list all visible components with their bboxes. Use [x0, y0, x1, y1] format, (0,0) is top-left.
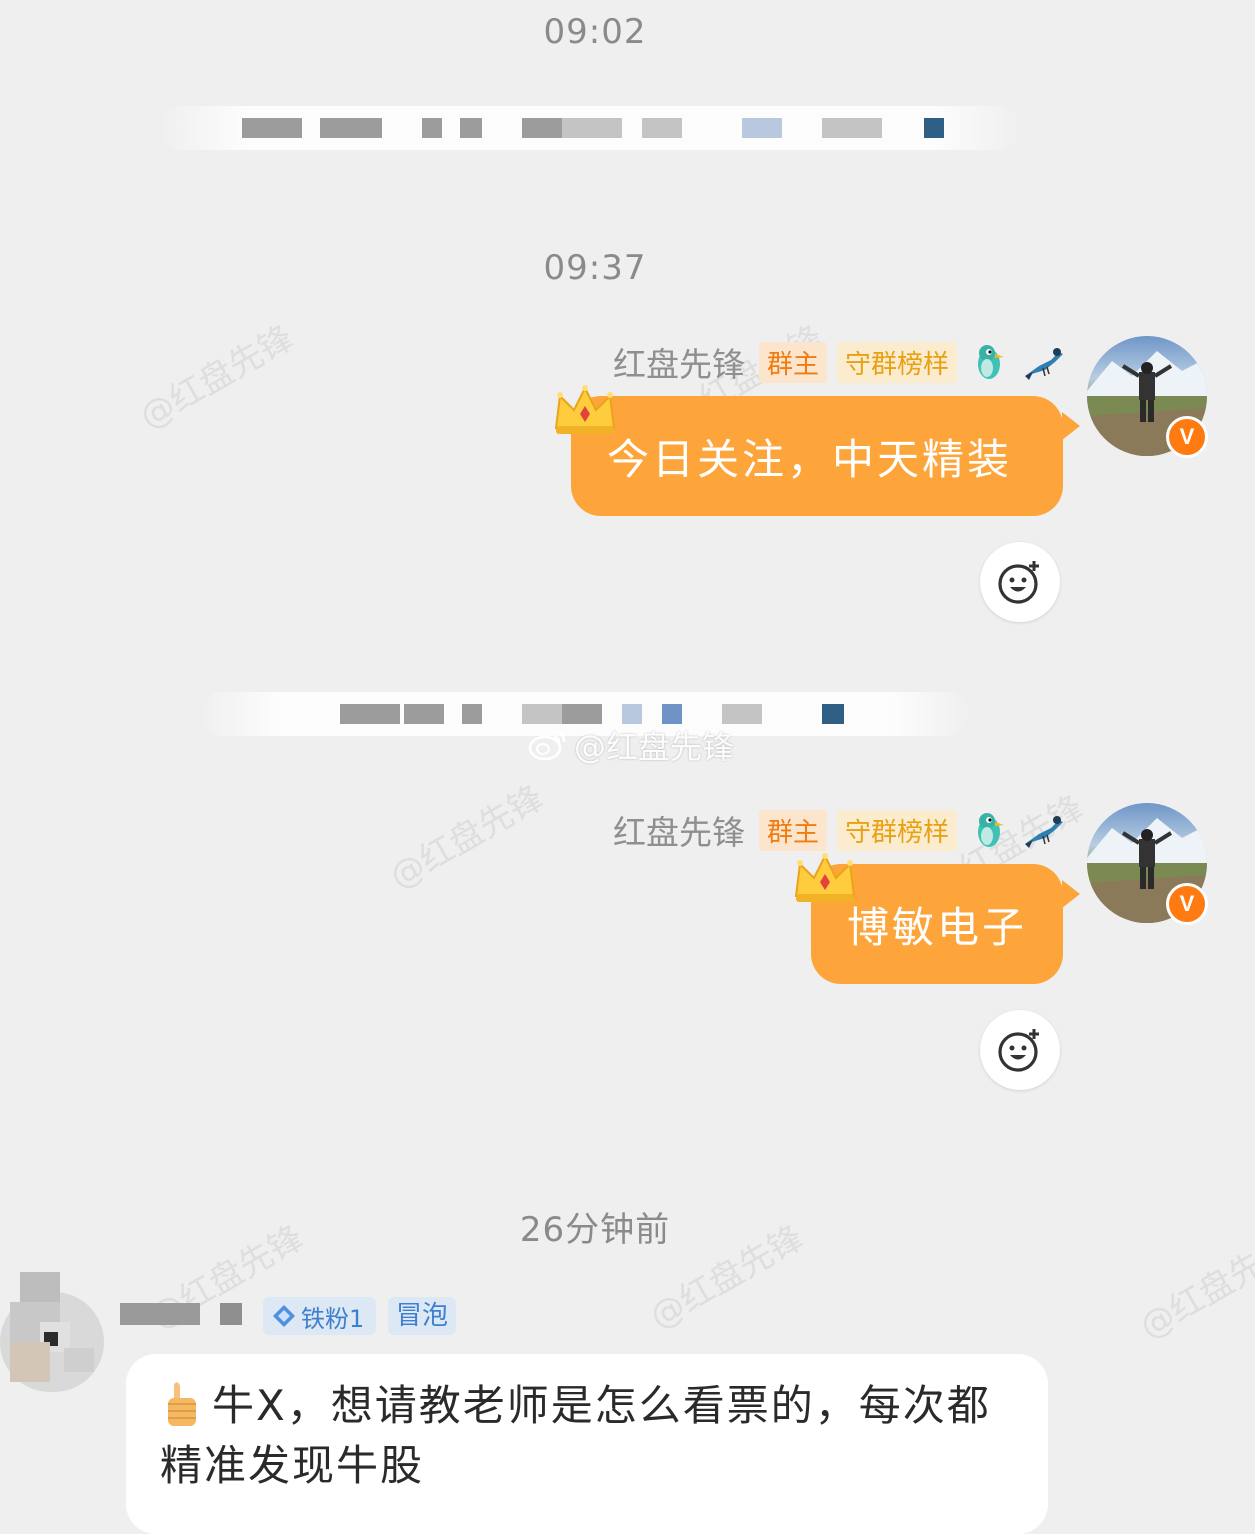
timestamp: 26分钟前	[519, 1210, 671, 1250]
bubble-badge: 冒泡	[388, 1297, 457, 1335]
weibo-watermark: @红盘先锋	[528, 722, 734, 768]
weibo-watermark-text: @红盘先锋	[574, 728, 735, 766]
avatar[interactable]	[0, 1272, 104, 1412]
diamond-icon	[273, 1305, 295, 1327]
sender-line: 红盘先锋 群主 守群榜样	[613, 808, 1065, 852]
message-bubble[interactable]: 牛X，想请教老师是怎么看票的，每次都精准发现牛股	[126, 1354, 1048, 1534]
fan-badge-label: 铁粉1	[301, 1304, 365, 1333]
sender-name-blurred	[120, 1303, 200, 1325]
fan-level-badge: 铁粉1	[263, 1297, 377, 1335]
watermark: @红盘先锋	[133, 317, 301, 438]
message-text: 今日关注，中天精装	[607, 434, 1013, 484]
timestamp: 09:37	[543, 248, 647, 288]
magpie-icon	[1025, 816, 1063, 848]
sender-name[interactable]: 红盘先锋	[613, 806, 745, 854]
owner-badge: 群主	[758, 341, 827, 383]
weibo-logo-icon	[528, 730, 566, 761]
verified-v-icon: V	[1166, 416, 1208, 458]
message-text: 博敏电子	[847, 902, 1028, 952]
crown-icon	[794, 853, 856, 902]
emoji-react-button[interactable]	[980, 542, 1060, 622]
watermark: @红盘先锋	[383, 777, 551, 898]
bubble-tail	[1062, 412, 1080, 440]
sender-name-blurred	[220, 1303, 242, 1325]
timestamp: 09:02	[543, 12, 647, 52]
message-bubble[interactable]: 今日关注，中天精装	[571, 396, 1063, 516]
crown-icon	[554, 385, 616, 434]
owner-badge: 群主	[758, 809, 827, 851]
sender-line: 红盘先锋 群主 守群榜样	[613, 340, 1065, 384]
system-notice-blurred	[160, 106, 1020, 150]
sender-name[interactable]: 红盘先锋	[613, 338, 745, 386]
message-text: 牛X，想请教老师是怎么看票的，每次都精准发现牛股	[160, 1381, 991, 1490]
guard-badge: 守群榜样	[836, 809, 957, 851]
bird-icon	[978, 813, 1004, 847]
emoji-react-icon	[998, 1029, 1039, 1072]
verified-v-icon: V	[1166, 883, 1208, 925]
magpie-icon	[1025, 348, 1063, 380]
bird-icon	[978, 345, 1004, 379]
thumbs-up-icon	[168, 1382, 196, 1426]
emoji-react-button[interactable]	[980, 1010, 1060, 1090]
bubble-tail	[1062, 880, 1080, 908]
guard-badge: 守群榜样	[836, 341, 957, 383]
emoji-react-icon	[998, 561, 1039, 604]
